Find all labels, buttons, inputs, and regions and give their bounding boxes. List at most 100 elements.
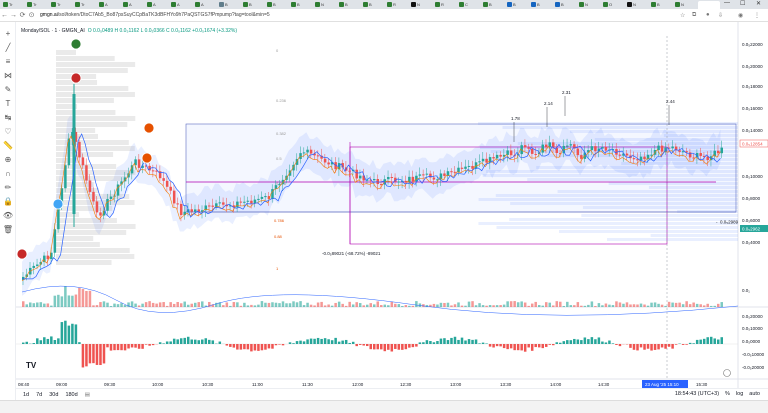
heart-icon[interactable]: ♡ <box>2 126 14 138</box>
browser-tab[interactable]: Tr <box>74 1 96 9</box>
browser-tab[interactable]: A <box>194 1 216 9</box>
range-180d[interactable]: 180d <box>65 392 77 398</box>
browser-tab[interactable]: B <box>218 1 240 9</box>
candle-body <box>162 178 165 181</box>
lock-pencil-icon[interactable]: ✏ <box>2 182 14 194</box>
browser-tab[interactable]: N <box>578 1 600 9</box>
back-icon[interactable]: ← <box>0 12 9 19</box>
volume-bar <box>559 301 562 307</box>
volume-bar <box>320 301 323 307</box>
price-chart[interactable]: 0 0.236 0.382 0.5 0.618 0.786 0.88 1 1.78 2.14 2.3… <box>16 22 768 388</box>
trash-icon[interactable]: 🗑 <box>2 224 14 236</box>
volume-bar <box>583 305 587 307</box>
range-30d[interactable]: 30d <box>49 392 58 398</box>
ruler-icon[interactable]: 📏 <box>2 140 14 152</box>
macd-histogram-bar <box>123 344 127 351</box>
candle-body <box>278 184 281 186</box>
calendar-icon[interactable]: ▤ <box>85 392 90 398</box>
browser-tab[interactable]: Tr <box>2 1 24 9</box>
volume-bar <box>74 294 78 307</box>
brush-icon[interactable]: ✎ <box>2 84 14 96</box>
volume-profile-bar <box>56 152 114 157</box>
browser-tab[interactable]: N <box>674 1 696 9</box>
macd-histogram-bar <box>299 340 302 344</box>
chart-area[interactable]: 0 0.236 0.382 0.5 0.618 0.786 0.88 1 1.78 2.14 2.3… <box>16 22 768 400</box>
macd-histogram-bar <box>99 344 102 366</box>
volume-bar <box>495 305 499 307</box>
maximize-icon[interactable]: ☐ <box>740 0 745 7</box>
reload-icon[interactable]: ⟳ <box>18 11 27 19</box>
tab-favicon-icon <box>651 2 656 7</box>
macd-histogram-bar <box>492 344 495 348</box>
pattern-icon[interactable]: ⋈ <box>2 70 14 82</box>
candle-body <box>239 201 243 203</box>
volume-bar <box>236 302 239 307</box>
volume-bar <box>453 304 457 307</box>
browser-tab[interactable]: O <box>602 1 624 9</box>
extension-red-icon[interactable]: ● <box>706 12 710 18</box>
url-field[interactable]: gmgn.ai/sol/token/DtoC7Ab5_Bo87psSuyCCpB… <box>40 12 270 18</box>
browser-tab[interactable]: B <box>506 1 528 9</box>
macd-histogram-bar <box>604 342 608 344</box>
browser-tab[interactable]: N <box>626 1 648 9</box>
browser-tab[interactable]: A <box>122 1 144 9</box>
volume-bar <box>646 305 650 307</box>
text-icon[interactable]: T <box>2 98 14 110</box>
browser-tab[interactable]: B <box>554 1 576 9</box>
measure-icon[interactable]: ↹ <box>2 112 14 124</box>
browser-tab[interactable]: B <box>482 1 504 9</box>
macd-histogram-bar <box>688 342 692 344</box>
crosshair-icon[interactable]: + <box>2 28 14 40</box>
browser-tab[interactable]: Tr <box>26 1 48 9</box>
magnet-icon[interactable]: ∩ <box>2 168 14 180</box>
fib-icon[interactable]: ≡ <box>2 56 14 68</box>
volume-bar <box>713 305 716 307</box>
downloads-icon[interactable]: ⇩ <box>718 12 723 19</box>
volume-bar <box>358 303 362 307</box>
zoom-icon[interactable]: ⊕ <box>2 154 14 166</box>
browser-tab[interactable]: B <box>266 1 288 9</box>
candle-body <box>485 158 488 163</box>
forward-icon[interactable]: → <box>9 12 18 19</box>
browser-tab[interactable] <box>698 0 720 9</box>
site-info-icon[interactable]: ⊙ <box>27 11 36 19</box>
macd-histogram-bar <box>516 344 520 351</box>
browser-tab[interactable]: A <box>98 1 120 9</box>
percent-toggle[interactable]: % <box>725 391 730 397</box>
close-window-icon[interactable]: ✕ <box>756 0 761 7</box>
tab-favicon-icon <box>315 2 320 7</box>
auto-toggle[interactable]: auto <box>749 391 760 397</box>
trend-line-icon[interactable]: ╱ <box>2 42 14 54</box>
minimize-icon[interactable]: — <box>724 0 730 6</box>
volume-bar <box>120 303 123 307</box>
browser-tab[interactable]: B <box>338 1 360 9</box>
log-toggle[interactable]: log <box>736 391 743 397</box>
macd-histogram-bar <box>134 344 137 348</box>
clock-time: 18:54:43 (UTC+3) <box>674 391 720 397</box>
browser-tab[interactable]: Tr <box>50 1 72 9</box>
profile-icon[interactable]: ◉ <box>738 12 743 19</box>
browser-tab[interactable]: R <box>434 1 456 9</box>
tab-favicon-icon <box>675 2 680 7</box>
browser-tab[interactable]: R <box>386 1 408 9</box>
macd-histogram-bar <box>590 337 594 344</box>
browser-tab[interactable]: B <box>650 1 672 9</box>
volume-bar <box>394 303 397 307</box>
menu-icon[interactable]: ⋮ <box>754 12 760 19</box>
browser-tab[interactable]: B <box>530 1 552 9</box>
range-7d[interactable]: 7d <box>36 392 42 398</box>
lock-icon[interactable]: 🔒 <box>2 196 14 208</box>
browser-tab[interactable]: C <box>458 1 480 9</box>
browser-tab[interactable]: B <box>242 1 264 9</box>
browser-tab[interactable]: A <box>170 1 192 9</box>
volume-profile-bar <box>56 68 128 73</box>
browser-tab[interactable]: A <box>146 1 168 9</box>
range-1d[interactable]: 1d <box>23 392 29 398</box>
browser-tab[interactable]: B <box>290 1 312 9</box>
star-icon[interactable]: ☆ <box>680 12 685 19</box>
browser-tab[interactable]: N <box>410 1 432 9</box>
browser-tab[interactable]: N <box>314 1 336 9</box>
extensions-icon[interactable]: ⧉ <box>692 12 696 19</box>
browser-tab[interactable]: B <box>362 1 384 9</box>
eye-icon[interactable]: 👁 <box>2 210 14 222</box>
